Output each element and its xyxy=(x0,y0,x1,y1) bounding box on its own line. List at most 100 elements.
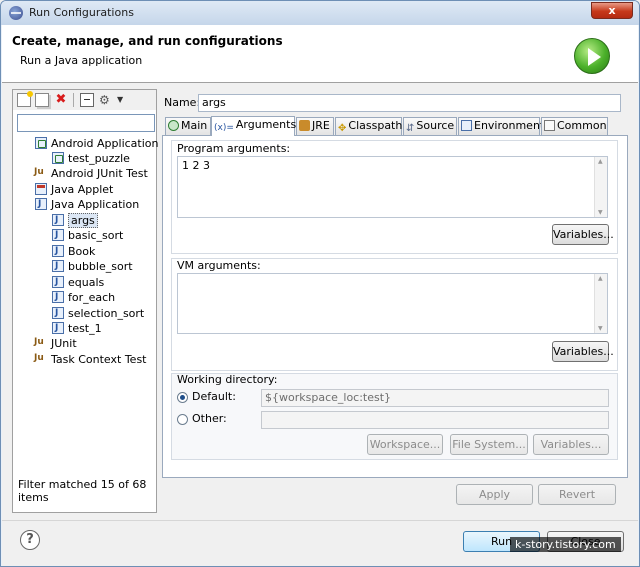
default-label: Default: xyxy=(192,390,236,403)
filter-status: Filter matched 15 of 68 items xyxy=(18,478,147,504)
program-variables-button[interactable]: Variables... xyxy=(552,224,614,245)
window-title: Run Configurations xyxy=(29,6,134,19)
window-close-button[interactable]: x xyxy=(591,2,633,19)
tree-item-label: equals xyxy=(68,276,105,289)
main-tab-icon xyxy=(168,120,179,131)
vm-arguments-scrollbar[interactable] xyxy=(594,274,607,333)
run-logo-icon xyxy=(574,38,610,74)
watermark: k-story.tistory.com xyxy=(510,537,621,552)
tab-jre[interactable]: JRE xyxy=(296,117,334,135)
java-icon xyxy=(52,306,64,321)
filter-icon[interactable]: ⚙ xyxy=(99,93,113,107)
tab-source[interactable]: ⇵ Source xyxy=(403,117,457,135)
java-icon xyxy=(52,244,64,259)
header-subtitle: Run a Java application xyxy=(20,54,143,67)
duplicate-config-icon[interactable] xyxy=(35,93,49,107)
android-icon xyxy=(52,152,64,164)
configuration-tree-pane: ✖ ⚙ ▼ Android Application test_puzzle An… xyxy=(12,89,159,513)
tree-item-label: Java Applet xyxy=(51,183,114,196)
tree-item[interactable]: equals xyxy=(52,275,104,290)
program-arguments-scrollbar[interactable] xyxy=(594,157,607,217)
run-configurations-dialog: Run Configurations x Create, manage, and… xyxy=(0,0,640,567)
junit-icon xyxy=(34,335,47,350)
new-config-icon[interactable] xyxy=(17,91,33,107)
tree-item[interactable]: Android Application xyxy=(35,136,159,151)
tab-label: Arguments xyxy=(235,118,297,131)
applet-icon xyxy=(35,183,47,195)
tab-label: JRE xyxy=(312,119,330,132)
tab-arguments[interactable]: (x)= Arguments xyxy=(211,116,297,136)
apply-button[interactable]: Apply xyxy=(456,484,533,505)
chevron-down-icon[interactable]: ▼ xyxy=(117,93,131,107)
other-radio[interactable] xyxy=(177,414,188,425)
tree-item-label: selection_sort xyxy=(68,307,145,320)
vm-arguments-label: VM arguments: xyxy=(177,259,261,272)
junit-icon xyxy=(34,165,47,180)
java-icon xyxy=(52,321,64,336)
tab-label: Main xyxy=(181,119,208,132)
tab-label: Classpath xyxy=(348,119,403,132)
revert-button[interactable]: Revert xyxy=(538,484,616,505)
tree-item-label: args xyxy=(68,213,98,228)
environment-tab-icon xyxy=(461,120,472,131)
tree-toolbar: ✖ ⚙ ▼ xyxy=(13,90,156,110)
tree-item[interactable]: selection_sort xyxy=(52,306,144,321)
tree-item-label: test_puzzle xyxy=(68,152,130,165)
java-icon xyxy=(52,213,64,228)
eclipse-icon xyxy=(9,6,23,20)
tree-item[interactable]: test_puzzle xyxy=(52,151,130,166)
tree-item[interactable]: Java Applet xyxy=(35,182,113,197)
other-directory-field[interactable] xyxy=(261,411,609,429)
tab-label: Common xyxy=(557,119,607,132)
tree-item-label: for_each xyxy=(68,291,116,304)
file-system-button[interactable]: File System... xyxy=(450,434,528,455)
help-icon[interactable]: ? xyxy=(20,530,40,550)
tab-label: Source xyxy=(416,119,455,132)
junit-icon xyxy=(34,351,47,366)
tree-item-label: bubble_sort xyxy=(68,260,133,273)
default-radio[interactable] xyxy=(177,392,188,403)
name-input[interactable]: args xyxy=(198,94,621,112)
dialog-header: Create, manage, and run configurations R… xyxy=(2,25,638,83)
tree-item-label: Java Application xyxy=(51,198,140,211)
program-arguments-textarea[interactable]: 1 2 3 xyxy=(177,156,608,218)
tab-classpath[interactable]: ✥ Classpath xyxy=(335,117,402,135)
working-directory-label: Working directory: xyxy=(177,373,278,386)
other-label: Other: xyxy=(192,412,227,425)
vm-arguments-textarea[interactable] xyxy=(177,273,608,334)
android-icon xyxy=(35,137,47,149)
delete-config-icon[interactable]: ✖ xyxy=(54,93,68,107)
tree-item-label: Task Context Test xyxy=(51,353,147,366)
toolbar-separator xyxy=(73,93,74,107)
header-title: Create, manage, and run configurations xyxy=(12,34,283,48)
tree-item[interactable]: Java Application xyxy=(35,197,139,212)
tree-item[interactable]: bubble_sort xyxy=(52,259,133,274)
tree-item[interactable]: test_1 xyxy=(52,321,102,336)
tree-item[interactable]: basic_sort xyxy=(52,228,123,243)
java-icon xyxy=(52,275,64,290)
collapse-all-icon[interactable] xyxy=(80,93,94,107)
tree-item[interactable]: Android JUnit Test xyxy=(34,165,148,181)
tab-common[interactable]: Common xyxy=(541,117,608,135)
tree-item-selected[interactable]: args xyxy=(52,213,98,228)
name-label: Name: xyxy=(164,96,201,109)
vm-variables-button[interactable]: Variables... xyxy=(552,341,614,362)
java-icon xyxy=(52,290,64,305)
common-tab-icon xyxy=(544,120,555,131)
arguments-tab-panel: Program arguments: 1 2 3 Variables... VM… xyxy=(162,135,628,478)
tree-item-label: Book xyxy=(68,245,96,258)
workspace-button[interactable]: Workspace... xyxy=(367,434,443,455)
tab-environment[interactable]: Environment xyxy=(458,117,544,135)
filter-input[interactable] xyxy=(17,114,155,132)
tab-main[interactable]: Main xyxy=(165,117,211,135)
tree-item-label: Android Application xyxy=(51,137,159,150)
working-dir-variables-button[interactable]: Variables... xyxy=(533,434,609,455)
tree-item[interactable]: Book xyxy=(52,244,95,259)
classpath-tab-icon: ✥ xyxy=(338,123,347,134)
tree-item[interactable]: JUnit xyxy=(34,335,77,351)
tree-item[interactable]: for_each xyxy=(52,290,115,305)
default-directory-field: ${workspace_loc:test} xyxy=(261,389,609,407)
java-icon xyxy=(52,259,64,274)
tree-item[interactable]: Task Context Test xyxy=(34,351,147,367)
dialog-content: ✖ ⚙ ▼ Android Application test_puzzle An… xyxy=(2,83,638,520)
